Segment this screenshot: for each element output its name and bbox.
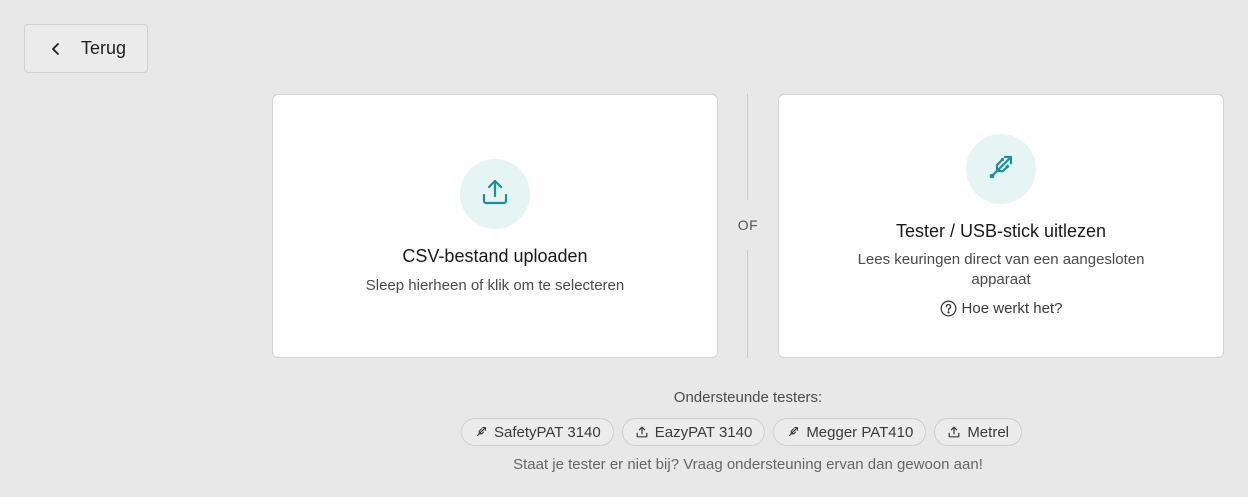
upload-icon [635, 425, 649, 439]
usb-icon-circle [966, 134, 1036, 204]
divider-line-bottom [747, 250, 748, 358]
how-it-works-label: Hoe werkt het? [961, 300, 1063, 317]
tester-chip-label: EazyPAT 3140 [654, 423, 753, 441]
usb-icon [786, 425, 800, 439]
back-button[interactable]: Terug [24, 24, 148, 73]
divider-line-top [747, 94, 748, 200]
question-circle-icon [940, 300, 957, 317]
usb-read-description: Lees keuringen direct van een aangeslote… [857, 251, 1145, 288]
tester-chip: EazyPAT 3140 [621, 418, 766, 446]
import-page: Terug CSV-bestand uploaden Sleep hierhee… [0, 0, 1248, 497]
tester-chip: Megger PAT410 [773, 418, 927, 446]
divider-or-label: OF [737, 217, 759, 233]
tester-chip: Metrel [934, 418, 1022, 446]
supported-testers-list: SafetyPAT 3140 EazyPAT 3140 Megger PAT41… [461, 418, 1022, 446]
upload-icon-circle [460, 159, 530, 229]
upload-icon [947, 425, 961, 439]
back-button-label: Terug [81, 38, 127, 58]
supported-testers-title: Ondersteunde testers: [673, 389, 823, 406]
unsupported-tester-note: Staat je tester er niet bij? Vraag onder… [513, 456, 983, 473]
tester-chip-label: Megger PAT410 [806, 423, 914, 441]
usb-icon [985, 151, 1017, 188]
usb-read-card[interactable]: Tester / USB-stick uitlezen Lees keuring… [778, 94, 1224, 358]
csv-upload-description: Sleep hierheen of klik om te selecteren [365, 277, 625, 294]
csv-upload-title: CSV-bestand uploaden [402, 246, 588, 266]
usb-read-title: Tester / USB-stick uitlezen [895, 221, 1107, 241]
how-it-works-link[interactable]: Hoe werkt het? [940, 300, 1063, 317]
tester-chip: SafetyPAT 3140 [461, 418, 614, 446]
upload-icon [479, 176, 511, 213]
tester-chip-label: Metrel [967, 423, 1009, 441]
usb-icon [474, 425, 488, 439]
chevron-left-icon [47, 40, 65, 58]
tester-chip-label: SafetyPAT 3140 [494, 423, 601, 441]
csv-upload-card[interactable]: CSV-bestand uploaden Sleep hierheen of k… [272, 94, 718, 358]
